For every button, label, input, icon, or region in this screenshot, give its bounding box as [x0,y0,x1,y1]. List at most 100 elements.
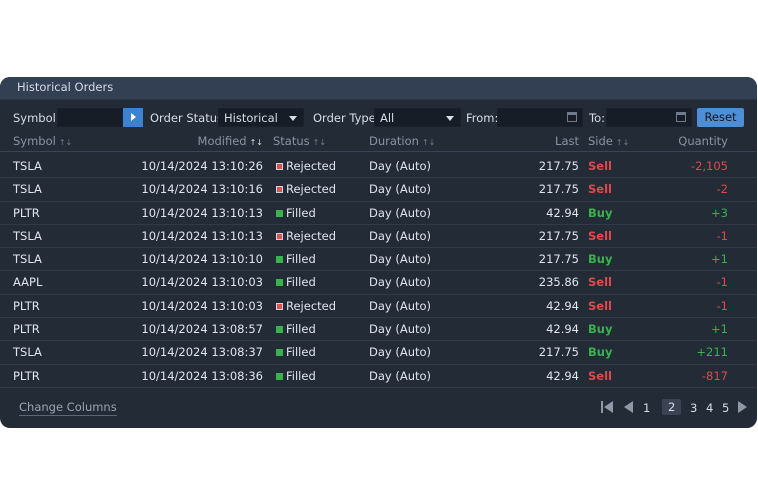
sort-arrows-icon: ↑↓ [58,138,73,147]
filled-square-icon [276,256,283,264]
cell-modified: 10/14/2024 13:10:26 [141,159,263,173]
rejected-square-icon [276,232,283,240]
rejected-square-icon [276,186,283,194]
filled-square-icon [276,349,283,357]
order-status-select[interactable]: Historical [218,108,304,127]
cell-quantity: -2,105 [690,159,728,173]
sort-arrows-icon: ↑↓ [421,138,436,147]
change-columns-link[interactable]: Change Columns [19,400,117,416]
table-row[interactable]: PLTR 10/14/2024 13:08:57 Filled Day (Auto) 4… [0,318,757,342]
table-row[interactable]: TSLA 10/14/2024 13:10:26 Rejected Day (Auto… [0,155,757,179]
table-row[interactable]: TSLA 10/14/2024 13:08:37 Filled Day (Auto) 2… [0,341,757,365]
cell-symbol: TSLA [13,228,42,243]
cell-last: 42.94 [546,205,579,220]
cell-status: Filled [276,206,316,220]
cell-status: Filled [276,369,316,383]
cell-modified: 10/14/2024 13:10:13 [141,228,263,243]
rejected-square-icon [276,302,283,310]
sort-arrows-icon: ↑↓ [249,138,263,147]
cell-last: 217.75 [538,345,579,360]
cell-side: Buy [588,322,613,337]
calendar-icon[interactable] [676,112,686,122]
next-page-icon[interactable] [738,401,747,413]
cell-quantity: -2 [716,182,728,197]
page-5-button[interactable]: 5 [722,401,729,415]
cell-side: Buy [588,252,613,267]
cell-last: 42.94 [546,298,579,313]
table-header: Symbol ↑↓ Modified ↑↓ Status ↑↓ Duration ↑↓ … [0,131,757,152]
filled-square-icon [276,326,283,334]
prev-page-icon[interactable] [624,401,633,413]
column-header-modified[interactable]: Modified ↑↓ [198,134,263,148]
cell-modified: 10/14/2024 13:08:36 [141,368,263,383]
calendar-icon[interactable] [567,112,577,122]
play-arrow-icon [131,113,136,121]
first-page-icon[interactable] [601,401,613,413]
orders-table-body: TSLA 10/14/2024 13:10:26 Rejected Day (Auto… [0,155,757,388]
cell-status: Filled [276,252,316,266]
page-2-button[interactable]: 2 [662,399,682,415]
table-row[interactable]: PLTR 10/14/2024 13:10:03 Rejected Day (Auto… [0,295,757,319]
cell-quantity: -1 [716,275,728,290]
table-footer: Change Columns 12345 [0,395,757,419]
cell-duration: Day (Auto) [369,252,432,267]
cell-last: 235.86 [538,275,579,290]
cell-side: Sell [588,298,612,313]
cell-duration: Day (Auto) [369,345,432,360]
reset-button[interactable]: Reset [697,108,744,127]
cell-quantity: +1 [711,322,728,337]
column-header-duration[interactable]: Duration ↑↓ [369,134,435,148]
cell-duration: Day (Auto) [369,205,432,220]
table-row[interactable]: PLTR 10/14/2024 13:10:13 Filled Day (Auto) 4… [0,202,757,225]
cell-side: Sell [588,159,612,173]
panel-title: Historical Orders [17,80,114,94]
table-row[interactable]: TSLA 10/14/2024 13:10:16 Rejected Day (Auto… [0,178,757,202]
table-row[interactable]: TSLA 10/14/2024 13:10:10 Filled Day (Auto) 2… [0,248,757,272]
chevron-down-icon [289,116,297,121]
cell-status: Rejected [276,299,336,313]
cell-symbol: AAPL [13,275,43,290]
order-type-select[interactable]: All [374,108,461,127]
cell-last: 42.94 [546,368,579,383]
cell-status: Rejected [276,182,336,196]
cell-side: Buy [588,205,613,220]
panel-titlebar: Historical Orders [0,77,757,100]
table-row[interactable]: AAPL 10/14/2024 13:10:03 Filled Day (Auto) 2… [0,271,757,295]
column-header-symbol[interactable]: Symbol ↑↓ [13,134,72,148]
cell-modified: 10/14/2024 13:10:03 [141,298,263,313]
cell-quantity: +211 [696,345,728,360]
filter-bar: Symbol Order Status Historical Order Typ… [0,108,757,128]
cell-quantity: -817 [701,368,728,383]
symbol-go-button[interactable] [123,108,143,127]
table-row[interactable]: TSLA 10/14/2024 13:10:13 Rejected Day (Auto… [0,225,757,249]
cell-duration: Day (Auto) [369,322,432,337]
cell-modified: 10/14/2024 13:10:16 [141,182,263,197]
column-header-side[interactable]: Side ↑↓ [588,134,629,148]
cell-modified: 10/14/2024 13:08:57 [141,322,263,337]
filled-square-icon [276,279,283,287]
cell-modified: 10/14/2024 13:10:10 [141,252,263,267]
cell-side: Sell [588,275,612,290]
cell-duration: Day (Auto) [369,298,432,313]
page-4-button[interactable]: 4 [706,401,713,415]
column-header-quantity[interactable]: Quantity [678,134,728,148]
cell-symbol: PLTR [13,205,40,220]
table-row[interactable]: PLTR 10/14/2024 13:08:36 Filled Day (Auto) 4… [0,365,757,388]
cell-side: Sell [588,228,612,243]
historical-orders-panel: Historical Orders Symbol Order Status Hi… [0,77,757,428]
filled-square-icon [276,209,283,217]
column-header-status[interactable]: Status ↑↓ [273,134,326,148]
from-date-input[interactable] [497,108,583,127]
cell-duration: Day (Auto) [369,275,432,290]
cell-last: 217.75 [538,182,579,197]
to-date-input[interactable] [606,108,692,127]
cell-last: 42.94 [546,322,579,337]
cell-modified: 10/14/2024 13:10:13 [141,205,263,220]
column-header-last[interactable]: Last [555,134,579,148]
page-3-button[interactable]: 3 [690,401,697,415]
page-1-button[interactable]: 1 [643,401,650,415]
from-label: From: [466,111,499,125]
cell-status: Rejected [276,229,336,243]
symbol-input[interactable] [57,108,123,127]
cell-modified: 10/14/2024 13:08:37 [141,345,263,360]
